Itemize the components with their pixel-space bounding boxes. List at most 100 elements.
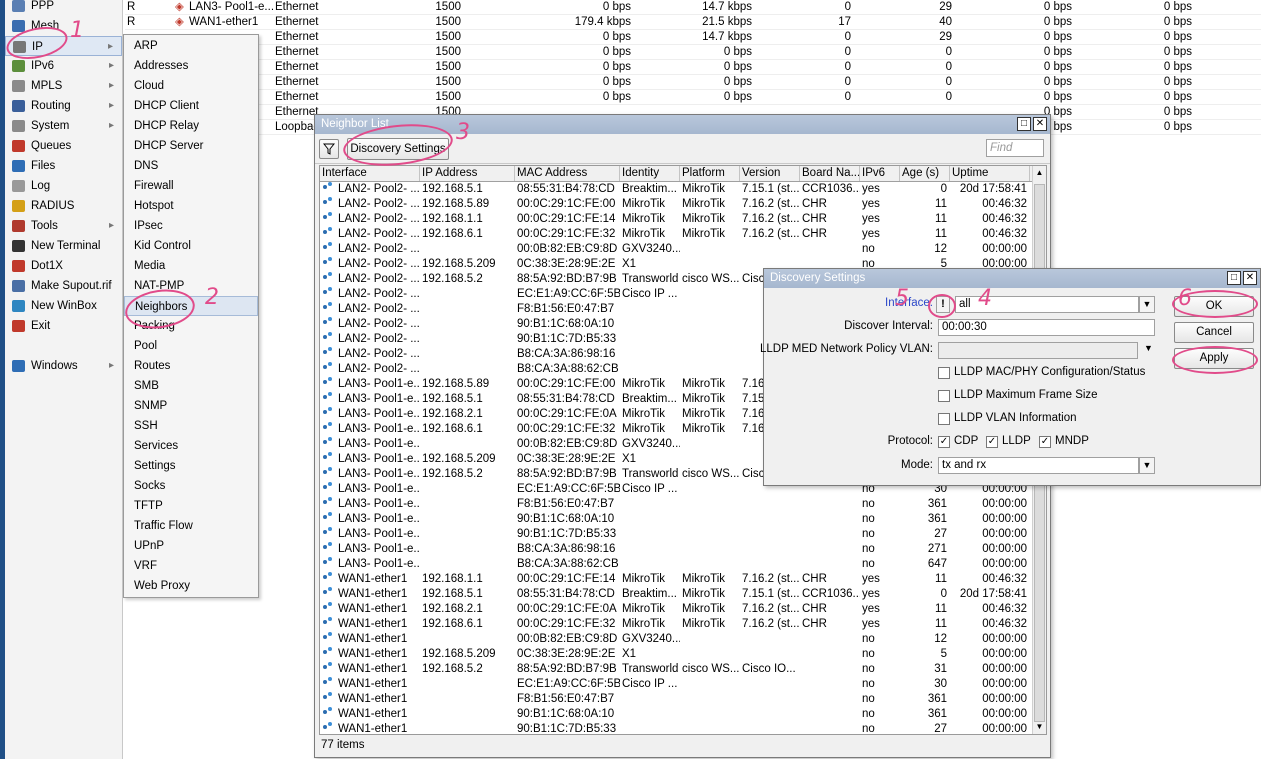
table-row[interactable]: WAN1-ether1 192.168.6.1 00:0C:29:1C:FE:32 M… bbox=[320, 617, 1032, 632]
table-row[interactable]: WAN1-ether1 192.168.5.1 08:55:31:B4:78:CD B… bbox=[320, 587, 1032, 602]
discovery-titlebar[interactable]: Discovery Settings □ ✕ bbox=[764, 269, 1260, 288]
lldp-vlan-field[interactable] bbox=[938, 342, 1138, 359]
submenu-item-ssh[interactable]: SSH bbox=[124, 416, 258, 436]
column-header[interactable]: Age (s) bbox=[900, 166, 950, 181]
submenu-item-arp[interactable]: ARP bbox=[124, 36, 258, 56]
table-row[interactable]: WAN1-ether1 90:B1:1C:68:0A:10 no 361 00:00:0… bbox=[320, 707, 1032, 722]
interface-row[interactable]: Ethernet 1500 0 bps 0 bps 0 0 0 bps 0 bps bbox=[125, 90, 1261, 105]
submenu-item-cloud[interactable]: Cloud bbox=[124, 76, 258, 96]
submenu-item-pool[interactable]: Pool bbox=[124, 336, 258, 356]
table-row[interactable]: WAN1-ether1 192.168.5.2 88:5A:92:BD:B7:9B T… bbox=[320, 662, 1032, 677]
submenu-item-dns[interactable]: DNS bbox=[124, 156, 258, 176]
neighbor-list-titlebar[interactable]: Neighbor List □ ✕ bbox=[315, 115, 1050, 134]
table-row[interactable]: WAN1-ether1 192.168.1.1 00:0C:29:1C:FE:14 M… bbox=[320, 572, 1032, 587]
submenu-item-dhcp-relay[interactable]: DHCP Relay bbox=[124, 116, 258, 136]
submenu-item-smb[interactable]: SMB bbox=[124, 376, 258, 396]
column-header[interactable]: Uptime bbox=[950, 166, 1030, 181]
table-row[interactable]: LAN3- Pool1-e... 90:B1:1C:68:0A:10 no 361 00… bbox=[320, 512, 1032, 527]
menu-item-mesh[interactable]: Mesh bbox=[5, 16, 122, 36]
interface-dropdown-icon[interactable]: ▼ bbox=[1139, 296, 1155, 313]
close-icon[interactable]: ✕ bbox=[1243, 271, 1257, 285]
table-row[interactable]: WAN1-ether1 EC:E1:A9:CC:6F:5B Cisco IP ...… bbox=[320, 677, 1032, 692]
submenu-item-media[interactable]: Media bbox=[124, 256, 258, 276]
interface-row[interactable]: Ethernet 1500 0 bps 14.7 kbps 0 29 0 bps 0 bps bbox=[125, 30, 1261, 45]
submenu-item-ipsec[interactable]: IPsec bbox=[124, 216, 258, 236]
menu-item-files[interactable]: Files bbox=[5, 156, 122, 176]
submenu-item-routes[interactable]: Routes bbox=[124, 356, 258, 376]
column-header[interactable]: IPv6 bbox=[860, 166, 900, 181]
interface-row[interactable]: Ethernet 1500 0 bps 0 bps 0 0 0 bps 0 bps bbox=[125, 75, 1261, 90]
lldp-vlan-dropdown-icon[interactable]: ▼ bbox=[1144, 343, 1153, 353]
submenu-item-services[interactable]: Services bbox=[124, 436, 258, 456]
submenu-item-web-proxy[interactable]: Web Proxy bbox=[124, 576, 258, 596]
table-row[interactable]: LAN2- Pool2- ... 192.168.5.89 00:0C:29:1C:… bbox=[320, 197, 1032, 212]
column-header[interactable]: Identity bbox=[620, 166, 680, 181]
menu-item-exit[interactable]: Exit bbox=[5, 316, 122, 336]
table-row[interactable]: WAN1-ether1 192.168.5.209 0C:38:3E:28:9E:2… bbox=[320, 647, 1032, 662]
find-input[interactable]: Find bbox=[986, 139, 1044, 157]
menu-item-make-supout-rif[interactable]: Make Supout.rif bbox=[5, 276, 122, 296]
lldp-checkbox[interactable]: ✓ bbox=[986, 436, 998, 448]
column-header[interactable]: Version bbox=[740, 166, 800, 181]
menu-item-dot1x[interactable]: Dot1X bbox=[5, 256, 122, 276]
table-row[interactable]: WAN1-ether1 90:B1:1C:7D:B5:33 no 27 00:00:00 bbox=[320, 722, 1032, 734]
submenu-item-kid-control[interactable]: Kid Control bbox=[124, 236, 258, 256]
menu-item-ipv6[interactable]: IPv6 ▸ bbox=[5, 56, 122, 76]
submenu-item-settings[interactable]: Settings bbox=[124, 456, 258, 476]
submenu-item-neighbors[interactable]: Neighbors bbox=[124, 296, 258, 316]
interface-row[interactable]: Ethernet 1500 0 bps 0 bps 0 0 0 bps 0 bps bbox=[125, 60, 1261, 75]
submenu-item-tftp[interactable]: TFTP bbox=[124, 496, 258, 516]
interface-select[interactable]: all bbox=[955, 296, 1139, 313]
table-row[interactable]: LAN3- Pool1-e... B8:CA:3A:86:98:16 no 271 00… bbox=[320, 542, 1032, 557]
cancel-button[interactable]: Cancel bbox=[1174, 322, 1254, 343]
table-row[interactable]: LAN2- Pool2- ... 192.168.1.1 00:0C:29:1C:F… bbox=[320, 212, 1032, 227]
submenu-item-vrf[interactable]: VRF bbox=[124, 556, 258, 576]
maximize-icon[interactable]: □ bbox=[1017, 117, 1031, 131]
apply-button[interactable]: Apply bbox=[1174, 348, 1254, 369]
table-row[interactable]: LAN2- Pool2- ... 192.168.6.1 00:0C:29:1C:F… bbox=[320, 227, 1032, 242]
submenu-item-packing[interactable]: Packing bbox=[124, 316, 258, 336]
scroll-down-icon[interactable]: ▼ bbox=[1033, 720, 1046, 734]
menu-item-routing[interactable]: Routing ▸ bbox=[5, 96, 122, 116]
menu-item-ip[interactable]: IP ▸ bbox=[5, 36, 122, 56]
close-icon[interactable]: ✕ bbox=[1033, 117, 1047, 131]
ok-button[interactable]: OK bbox=[1174, 296, 1254, 317]
menu-item-ppp[interactable]: PPP bbox=[5, 0, 122, 16]
menu-item-new-winbox[interactable]: New WinBox bbox=[5, 296, 122, 316]
submenu-item-addresses[interactable]: Addresses bbox=[124, 56, 258, 76]
submenu-item-hotspot[interactable]: Hotspot bbox=[124, 196, 258, 216]
submenu-item-traffic-flow[interactable]: Traffic Flow bbox=[124, 516, 258, 536]
table-row[interactable]: WAN1-ether1 192.168.2.1 00:0C:29:1C:FE:0A M… bbox=[320, 602, 1032, 617]
mode-select[interactable]: tx and rx bbox=[938, 457, 1139, 474]
menu-item-radius[interactable]: RADIUS bbox=[5, 196, 122, 216]
submenu-item-socks[interactable]: Socks bbox=[124, 476, 258, 496]
submenu-item-upnp[interactable]: UPnP bbox=[124, 536, 258, 556]
submenu-item-dhcp-client[interactable]: DHCP Client bbox=[124, 96, 258, 116]
menu-item-log[interactable]: Log bbox=[5, 176, 122, 196]
mndp-checkbox[interactable]: ✓ bbox=[1039, 436, 1051, 448]
menu-item-tools[interactable]: Tools ▸ bbox=[5, 216, 122, 236]
interface-row[interactable]: R LAN3- Pool1-e... Ethernet 1500 0 bps 14.7 k… bbox=[125, 0, 1261, 15]
interface-row[interactable]: R WAN1-ether1 Ethernet 1500 179.4 kbps 21.5 k… bbox=[125, 15, 1261, 30]
lldp-maxframe-checkbox[interactable] bbox=[938, 390, 950, 402]
column-header[interactable]: Platform bbox=[680, 166, 740, 181]
filter-button[interactable] bbox=[319, 139, 339, 159]
table-row[interactable]: LAN3- Pool1-e... F8:B1:56:E0:47:B7 no 361 00… bbox=[320, 497, 1032, 512]
lldp-macphy-checkbox[interactable] bbox=[938, 367, 950, 379]
submenu-item-firewall[interactable]: Firewall bbox=[124, 176, 258, 196]
column-header[interactable]: Board Na... bbox=[800, 166, 860, 181]
mode-dropdown-icon[interactable]: ▼ bbox=[1139, 457, 1155, 474]
menu-item-mpls[interactable]: MPLS ▸ bbox=[5, 76, 122, 96]
menu-item-new-terminal[interactable]: New Terminal bbox=[5, 236, 122, 256]
table-row[interactable]: WAN1-ether1 F8:B1:56:E0:47:B7 no 361 00:00:0… bbox=[320, 692, 1032, 707]
scroll-up-icon[interactable]: ▲ bbox=[1033, 166, 1046, 180]
menu-item-windows[interactable]: Windows ▸ bbox=[5, 356, 122, 376]
interface-not-toggle[interactable]: ! bbox=[936, 296, 950, 313]
table-row[interactable]: LAN3- Pool1-e... 90:B1:1C:7D:B5:33 no 27 00:… bbox=[320, 527, 1032, 542]
column-header[interactable]: MAC Address bbox=[515, 166, 620, 181]
table-row[interactable]: LAN2- Pool2- ... 00:0B:82:EB:C9:8D GXV3240… bbox=[320, 242, 1032, 257]
maximize-icon[interactable]: □ bbox=[1227, 271, 1241, 285]
discovery-settings-button[interactable]: Discovery Settings bbox=[347, 138, 449, 160]
lldp-vlan-info-checkbox[interactable] bbox=[938, 413, 950, 425]
table-row[interactable]: LAN2- Pool2- ... 192.168.5.1 08:55:31:B4:7… bbox=[320, 182, 1032, 197]
